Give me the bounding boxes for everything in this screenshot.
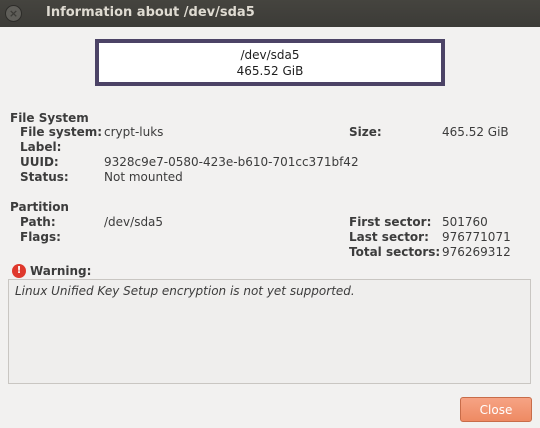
title-bar: × Information about /dev/sda5	[0, 0, 540, 27]
total-sectors-label: Total sectors:	[349, 245, 441, 259]
file-system-label: File system:	[20, 125, 103, 139]
flags-label: Flags:	[20, 230, 61, 244]
device-name: /dev/sda5	[240, 47, 300, 62]
first-sector-value: 501760	[442, 215, 488, 229]
uuid-label: UUID:	[20, 155, 59, 169]
size-label: Size:	[349, 125, 382, 139]
path-value: /dev/sda5	[104, 215, 164, 229]
window-close-icon[interactable]: ×	[5, 5, 22, 22]
window-title: Information about /dev/sda5	[46, 5, 255, 20]
warning-message-box: Linux Unified Key Setup encryption is no…	[8, 279, 531, 384]
file-system-section-title: File System	[10, 111, 89, 125]
error-icon: !	[12, 264, 26, 278]
size-value: 465.52 GiB	[442, 125, 509, 139]
status-label: Status:	[20, 170, 69, 184]
first-sector-label: First sector:	[349, 215, 432, 229]
uuid-value: 9328c9e7-0580-423e-b610-701cc371bf42	[104, 155, 359, 169]
file-system-value: crypt-luks	[104, 125, 164, 139]
last-sector-label: Last sector:	[349, 230, 429, 244]
device-size: 465.52 GiB	[236, 63, 304, 78]
last-sector-value: 976771071	[442, 230, 511, 244]
warning-title: Warning:	[30, 264, 92, 278]
total-sectors-value: 976269312	[442, 245, 511, 259]
device-summary-box: /dev/sda5 465.52 GiB	[95, 39, 445, 86]
partition-section-title: Partition	[10, 200, 69, 214]
status-value: Not mounted	[104, 170, 183, 184]
dialog-body: /dev/sda5 465.52 GiB File System File sy…	[0, 27, 540, 428]
warning-message: Linux Unified Key Setup encryption is no…	[15, 284, 355, 298]
label-label: Label:	[20, 140, 62, 154]
close-button[interactable]: Close	[460, 397, 532, 422]
path-label: Path:	[20, 215, 56, 229]
